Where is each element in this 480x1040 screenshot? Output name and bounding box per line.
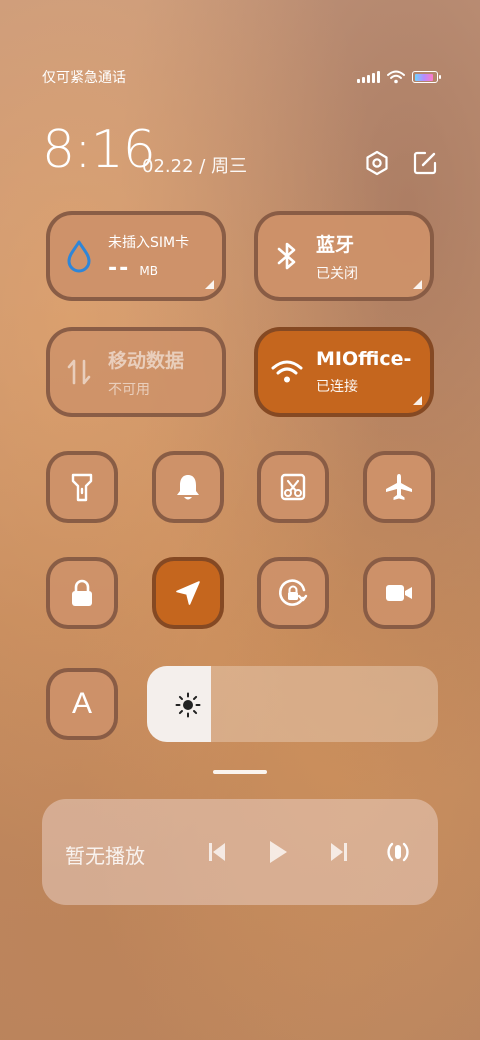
wifi-ssid: MIOffice- xyxy=(316,348,412,370)
skip-previous-icon xyxy=(209,843,225,861)
date-separator: / xyxy=(199,156,206,177)
data-usage-unit: MB xyxy=(139,263,158,278)
mobile-data-title: 移动数据 xyxy=(108,349,185,372)
wifi-icon xyxy=(271,360,303,383)
media-title: 暂无播放 xyxy=(65,844,145,868)
data-usage-title: 未插入SIM卡 xyxy=(108,234,190,251)
airplane-mode-toggle[interactable] xyxy=(363,451,435,523)
wifi-status: 已连接 xyxy=(316,379,358,395)
hexagon-settings-icon xyxy=(366,150,388,176)
location-toggle[interactable] xyxy=(152,557,224,629)
cast-audio-icon xyxy=(387,842,409,862)
edit-icon xyxy=(413,151,437,175)
screenshot-toggle[interactable] xyxy=(257,451,329,523)
bluetooth-icon xyxy=(277,242,296,270)
airplane-icon xyxy=(386,474,412,500)
skip-next-icon xyxy=(331,843,347,861)
expand-corner-icon xyxy=(413,396,422,405)
wifi-tile[interactable]: MIOffice- 已连接 xyxy=(254,327,434,417)
flashlight-toggle[interactable] xyxy=(46,451,118,523)
next-button[interactable] xyxy=(324,837,354,867)
bell-icon xyxy=(177,475,199,500)
play-icon xyxy=(270,841,287,863)
wifi-status-icon xyxy=(387,70,405,84)
status-bar: 仅可紧急通话 xyxy=(42,66,441,88)
mobile-data-tile[interactable]: 移动数据 不可用 xyxy=(46,327,226,417)
mobile-data-arrows-icon xyxy=(67,359,91,385)
clock: 8:16 xyxy=(42,120,156,180)
edit-button[interactable] xyxy=(412,150,438,176)
date-value: 02.22 xyxy=(142,156,194,177)
media-card: 暂无播放 xyxy=(42,799,438,905)
brightness-slider[interactable] xyxy=(147,666,438,742)
bluetooth-tile[interactable]: 蓝牙 已关闭 xyxy=(254,211,434,301)
rotation-lock-icon xyxy=(279,579,308,606)
expand-corner-icon xyxy=(205,280,214,289)
mute-toggle[interactable] xyxy=(152,451,224,523)
data-usage-value: -- xyxy=(108,255,131,281)
previous-button[interactable] xyxy=(202,837,232,867)
data-usage-tile[interactable]: 未插入SIM卡 -- MB xyxy=(46,211,226,301)
header: 8:16 02.22 / 周三 xyxy=(42,120,438,180)
bluetooth-status: 已关闭 xyxy=(316,265,358,282)
signal-icon xyxy=(357,71,380,83)
audio-output-button[interactable] xyxy=(383,837,413,867)
weekday: 周三 xyxy=(211,156,248,177)
drag-handle[interactable] xyxy=(213,770,267,774)
expand-corner-icon xyxy=(413,280,422,289)
battery-icon xyxy=(412,71,441,83)
play-button[interactable] xyxy=(263,837,293,867)
lock-screen-toggle[interactable] xyxy=(46,557,118,629)
flashlight-icon xyxy=(71,473,93,502)
bluetooth-title: 蓝牙 xyxy=(316,233,355,256)
brightness-sun-icon xyxy=(175,692,201,718)
mobile-data-status: 不可用 xyxy=(108,381,150,398)
settings-button[interactable] xyxy=(364,150,390,176)
screen-recorder-toggle[interactable] xyxy=(363,557,435,629)
reading-mode-toggle[interactable]: A xyxy=(46,668,118,740)
location-arrow-icon xyxy=(176,581,200,605)
lock-icon xyxy=(72,579,92,606)
screenshot-scissors-icon xyxy=(280,473,306,501)
rotation-lock-toggle[interactable] xyxy=(257,557,329,629)
carrier-label: 仅可紧急通话 xyxy=(42,70,126,86)
font-a-icon: A xyxy=(71,687,92,720)
date-label: 02.22 / 周三 xyxy=(142,152,247,178)
video-camera-icon xyxy=(386,585,412,601)
water-drop-icon xyxy=(67,240,91,273)
